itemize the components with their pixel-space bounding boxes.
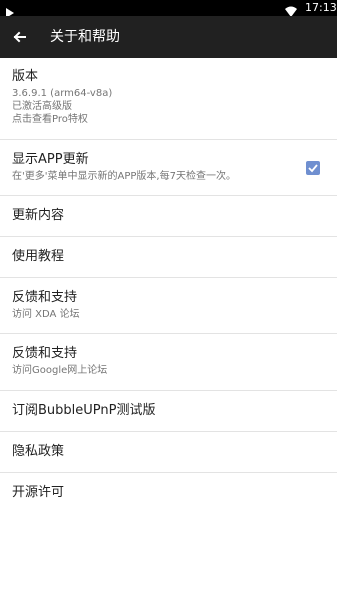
list-item-version[interactable]: 版本 3.6.9.1 (arm64-v8a) 已激活高级版 点击查看Pro特权 <box>0 58 337 140</box>
item-title: 开源许可 <box>12 485 65 500</box>
list-item-show-app-updates[interactable]: 显示APP更新 在'更多'菜单中显示新的APP版本,每7天检查一次。 <box>0 140 337 196</box>
list-item-feedback-xda[interactable]: 反馈和支持 访问 XDA 论坛 <box>0 278 337 334</box>
status-time: 17:13 <box>305 1 337 14</box>
item-title: 版本 <box>12 69 39 84</box>
check-icon <box>308 164 318 173</box>
item-title: 反馈和支持 <box>12 290 78 305</box>
item-title: 订阅BubbleUPnP测试版 <box>12 403 156 418</box>
show-updates-checkbox[interactable] <box>306 161 320 175</box>
item-title: 更新内容 <box>12 208 65 223</box>
item-title: 隐私政策 <box>12 444 65 459</box>
item-title: 反馈和支持 <box>12 346 78 361</box>
item-subtitle: 访问 XDA 论坛 <box>12 309 80 320</box>
version-number: 3.6.9.1 (arm64-v8a) <box>12 88 113 99</box>
item-title: 使用教程 <box>12 249 65 264</box>
list-item-privacy-policy[interactable]: 隐私政策 <box>0 432 337 473</box>
license-status: 已激活高级版 <box>12 101 72 112</box>
settings-list: 版本 3.6.9.1 (arm64-v8a) 已激活高级版 点击查看Pro特权 … <box>0 58 337 513</box>
list-item-feedback-google[interactable]: 反馈和支持 访问Google网上论坛 <box>0 334 337 391</box>
pro-privileges-link: 点击查看Pro特权 <box>12 114 88 125</box>
status-bar: 17:13 <box>0 0 337 18</box>
item-subtitle: 访问Google网上论坛 <box>12 365 108 376</box>
page-title: 关于和帮助 <box>50 29 120 45</box>
app-bar: 关于和帮助 <box>0 16 337 58</box>
list-item-tutorial[interactable]: 使用教程 <box>0 237 337 278</box>
list-item-open-source-licenses[interactable]: 开源许可 <box>0 473 337 513</box>
list-item-changelog[interactable]: 更新内容 <box>0 196 337 237</box>
item-title: 显示APP更新 <box>12 152 89 167</box>
list-item-beta-subscribe[interactable]: 订阅BubbleUPnP测试版 <box>0 391 337 432</box>
item-subtitle: 在'更多'菜单中显示新的APP版本,每7天检查一次。 <box>12 171 236 182</box>
back-arrow-icon[interactable] <box>10 27 30 47</box>
